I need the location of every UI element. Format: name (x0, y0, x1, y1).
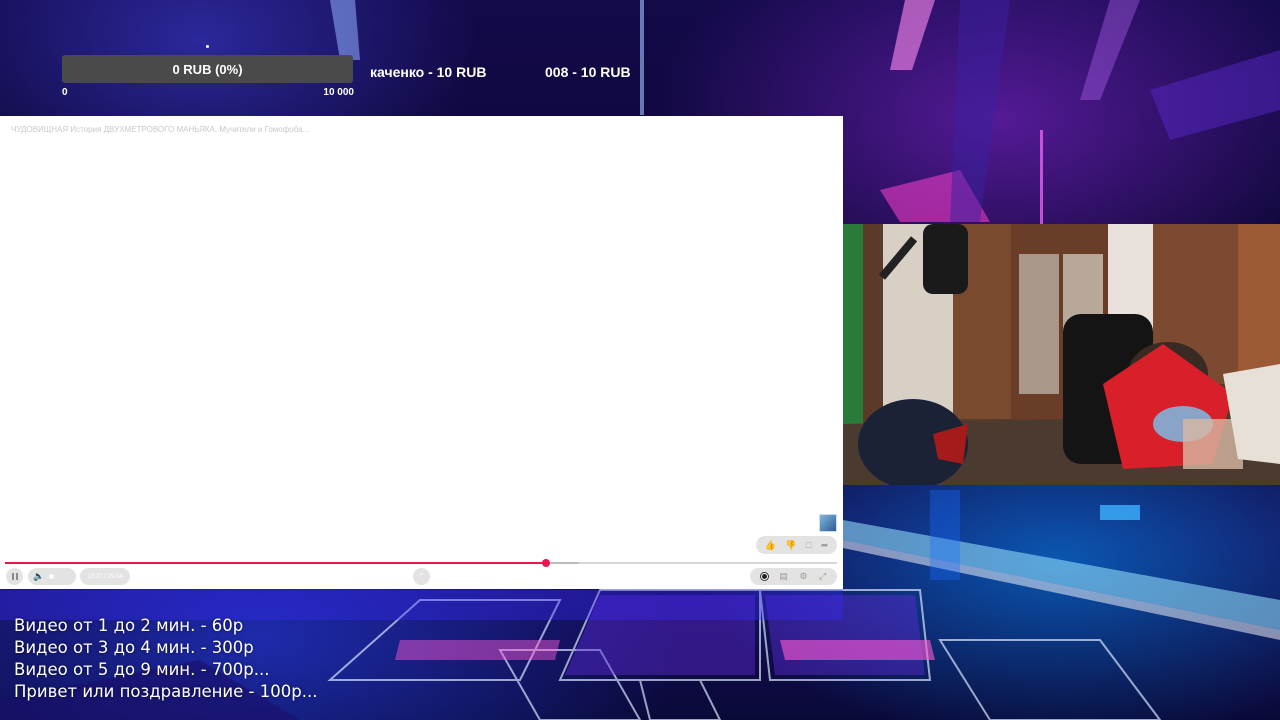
donation-goal-min: 0 (62, 87, 68, 98)
donation-ticker: каченко - 10 RUB 008 - 10 RUB (356, 62, 836, 82)
progress-scrubber[interactable] (541, 559, 550, 567)
share-icon[interactable]: ➦ (821, 540, 829, 550)
progress-bar[interactable] (5, 559, 837, 567)
donation-goal-max: 10 000 (323, 87, 354, 98)
price-list-item: Видео от 5 до 9 мин. - 700р... (14, 660, 270, 679)
video-title[interactable]: ЧУДОВИЩНАЯ История ДВУХМЕТРОВОГО МАНЬЯКА… (11, 125, 309, 134)
goal-indicator-dot (206, 45, 209, 48)
gear-icon[interactable]: ⚙ (799, 572, 807, 581)
price-list-item: Видео от 3 до 4 мин. - 300р (14, 638, 254, 657)
video-player[interactable]: ЧУДОВИЩНАЯ История ДВУХМЕТРОВОГО МАНЬЯКА… (0, 116, 843, 589)
pause-icon (11, 573, 14, 580)
ticker-item: 008 - 10 RUB (545, 64, 631, 80)
pause-icon (15, 573, 18, 580)
video-actions-pill: 👍 👎 □ ➦ (756, 536, 837, 554)
donation-goal-label: 0 RUB (0%) (172, 61, 243, 77)
comment-icon[interactable]: □ (806, 540, 811, 550)
subtitles-icon[interactable]: ▤ (779, 572, 788, 581)
quality-icon[interactable] (760, 573, 768, 580)
dislike-icon[interactable]: 👎 (785, 540, 796, 550)
price-list-item: Видео от 1 до 2 мин. - 60р (14, 616, 244, 635)
pause-button[interactable] (6, 568, 23, 585)
price-list-item: Привет или поздравление - 100р... (14, 682, 318, 701)
volume-slider-knob[interactable] (49, 574, 55, 579)
expand-up-button[interactable]: ⌃ (413, 568, 430, 585)
webcam-feed (843, 224, 1280, 485)
mute-icon[interactable]: 🔈 (33, 572, 44, 581)
donation-price-list: Видео от 1 до 2 мин. - 60р Видео от 3 до… (14, 615, 317, 703)
player-settings-pill: ▤ ⚙ ⤢ (750, 568, 837, 585)
time-display: 13:27 / 25:54 (80, 568, 130, 585)
ticker-item: каченко - 10 RUB (370, 64, 487, 80)
donation-goal-bar: 0 RUB (0%) (62, 55, 353, 83)
like-icon[interactable]: 👍 (765, 540, 776, 550)
volume-control[interactable]: 🔈 (28, 568, 76, 585)
chevron-up-icon: ⌃ (418, 571, 425, 581)
progress-played (5, 562, 546, 564)
channel-logo[interactable] (819, 514, 837, 532)
fullscreen-icon[interactable]: ⤢ (819, 572, 826, 581)
